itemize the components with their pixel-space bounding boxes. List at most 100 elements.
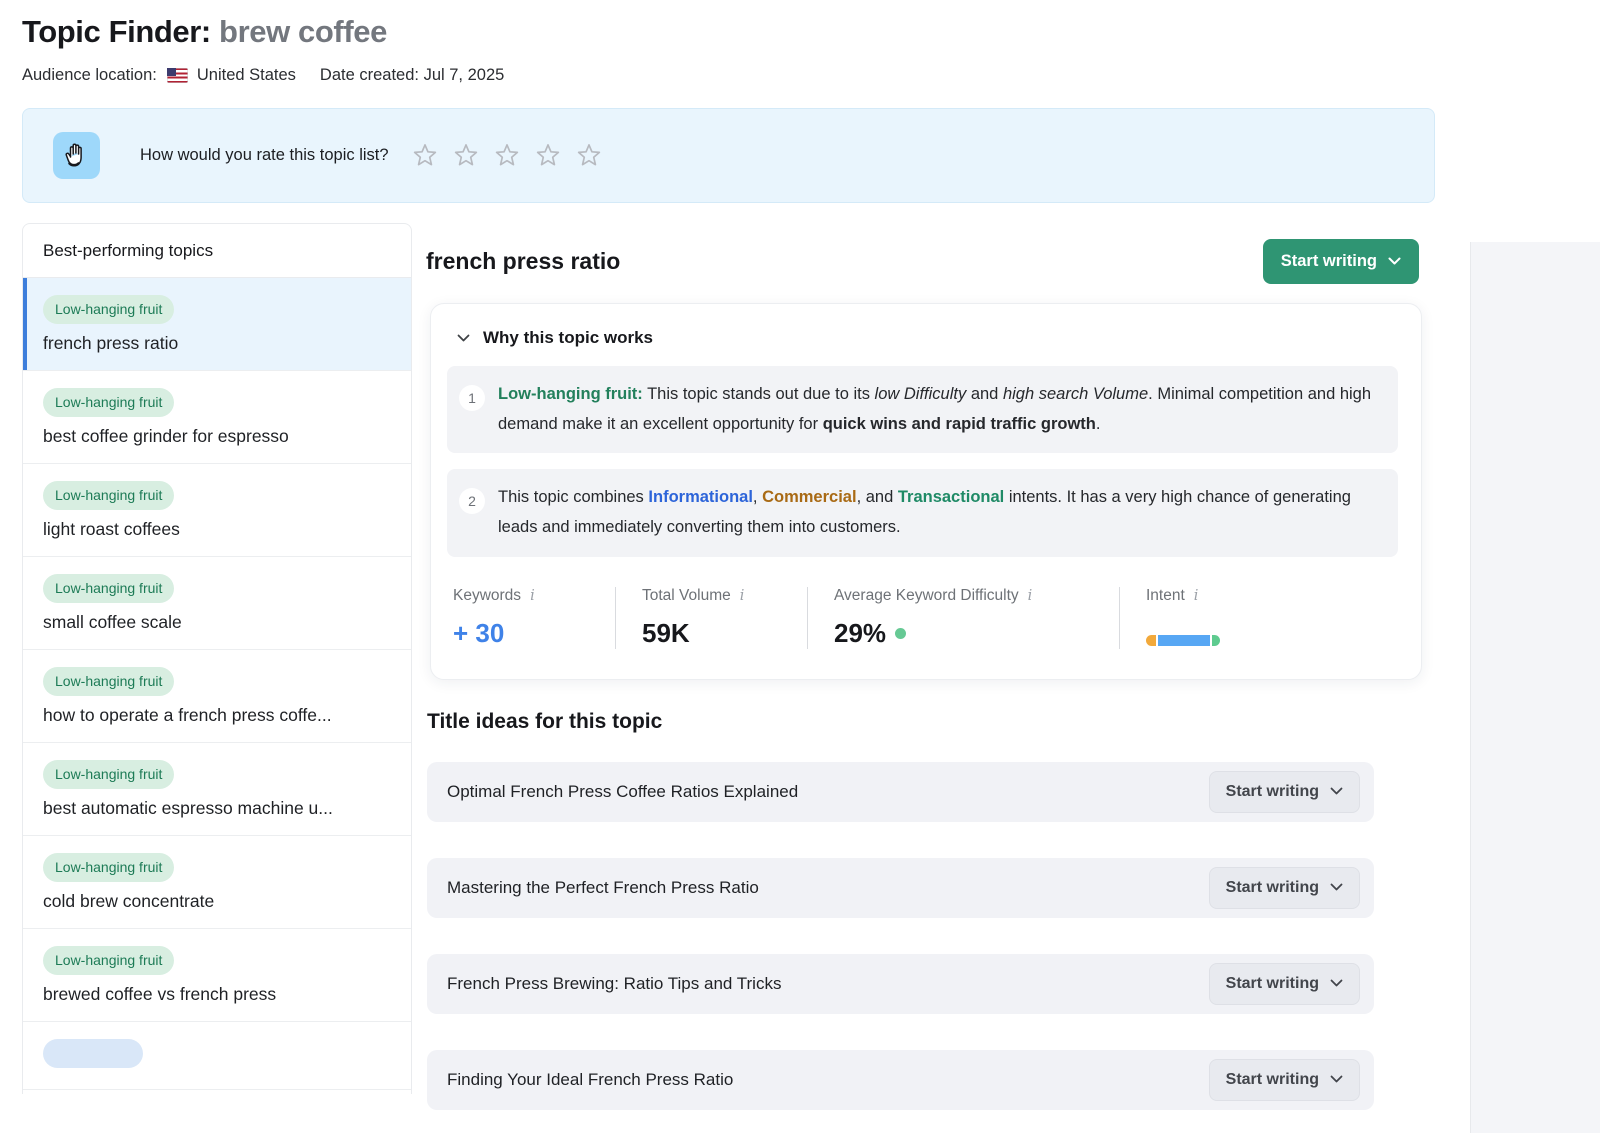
- star-icon[interactable]: [534, 142, 562, 169]
- topic-name: best coffee grinder for espresso: [43, 426, 391, 447]
- intent-label: Intent: [1146, 587, 1185, 605]
- topic-name: best automatic espresso machine u...: [43, 798, 391, 819]
- low-hanging-fruit-badge: Low-hanging fruit: [43, 760, 174, 789]
- point-number: 1: [459, 385, 485, 411]
- title-ideas-heading: Title ideas for this topic: [427, 710, 1454, 734]
- difficulty-dot-icon: [895, 628, 906, 639]
- star-icon[interactable]: [493, 142, 521, 169]
- low-hanging-fruit-badge: Low-hanging fruit: [43, 853, 174, 882]
- point-text: Low-hanging fruit: This topic stands out…: [498, 380, 1378, 439]
- sidebar-item-french-press-ratio[interactable]: Low-hanging fruit french press ratio: [23, 278, 411, 371]
- rating-stars: [411, 142, 603, 169]
- title-idea-text: French Press Brewing: Ratio Tips and Tri…: [447, 974, 781, 994]
- stat-total-volume: Total Volume i 59K: [615, 587, 807, 649]
- point-text: This topic combines Informational, Comme…: [498, 483, 1378, 542]
- sidebar-item-small-coffee-scale[interactable]: Low-hanging fruit small coffee scale: [23, 557, 411, 650]
- total-volume-value: 59K: [642, 618, 781, 649]
- info-icon[interactable]: i: [740, 588, 745, 604]
- title-idea-card: Mastering the Perfect French Press Ratio…: [427, 858, 1374, 918]
- why-topic-works-toggle[interactable]: Why this topic works: [447, 326, 1398, 366]
- date-created-value: Jul 7, 2025: [424, 66, 505, 84]
- date-created-label: Date created:: [320, 66, 419, 84]
- title-idea-card: Optimal French Press Coffee Ratios Expla…: [427, 762, 1374, 822]
- info-icon[interactable]: i: [1194, 588, 1199, 604]
- topic-detail-panel: french press ratio Start writing Why thi…: [412, 223, 1454, 1110]
- date-created: Date created: Jul 7, 2025: [320, 66, 504, 85]
- star-icon[interactable]: [452, 142, 480, 169]
- page-meta: Audience location: United States Date cr…: [22, 66, 1600, 85]
- audience-location-label: Audience location:: [22, 66, 157, 85]
- low-hanging-fruit-badge: Low-hanging fruit: [43, 667, 174, 696]
- why-topic-works-card: Why this topic works 1 Low-hanging fruit…: [430, 303, 1422, 680]
- topic-stats: Keywords i + 30 Total Volume i 59K Average…: [447, 573, 1398, 675]
- transactional-share: [1212, 635, 1220, 646]
- audience-location-value: United States: [197, 66, 296, 85]
- low-hanging-fruit-badge: Low-hanging fruit: [43, 946, 174, 975]
- start-writing-button[interactable]: Start writing: [1209, 771, 1360, 813]
- chevron-down-icon: [1330, 1075, 1343, 1084]
- star-icon[interactable]: [575, 142, 603, 169]
- topic-name: light roast coffees: [43, 519, 391, 540]
- chevron-down-icon: [457, 334, 470, 343]
- page-title-query: brew coffee: [219, 14, 387, 49]
- why-point-1: 1 Low-hanging fruit: This topic stands o…: [447, 366, 1398, 453]
- partial-topic-badge: [43, 1039, 143, 1068]
- difficulty-value: 29%: [834, 618, 886, 649]
- rating-question: How would you rate this topic list?: [140, 146, 389, 165]
- start-writing-button[interactable]: Start writing: [1209, 963, 1360, 1005]
- sidebar-item-partial[interactable]: [23, 1022, 411, 1090]
- title-idea-text: Mastering the Perfect French Press Ratio: [447, 878, 759, 898]
- low-hanging-fruit-badge: Low-hanging fruit: [43, 481, 174, 510]
- keywords-value: + 30: [453, 618, 589, 649]
- sidebar-item-light-roast-coffees[interactable]: Low-hanging fruit light roast coffees: [23, 464, 411, 557]
- title-idea-text: Finding Your Ideal French Press Ratio: [447, 1070, 733, 1090]
- chevron-down-icon: [1330, 979, 1343, 988]
- sidebar-header: Best-performing topics: [23, 224, 411, 278]
- why-topic-works-title: Why this topic works: [483, 328, 653, 348]
- chevron-down-icon: [1330, 787, 1343, 796]
- stat-intent: Intenti: [1119, 587, 1246, 649]
- page-title: Topic Finder: brew coffee: [22, 14, 1600, 50]
- chevron-down-icon: [1330, 883, 1343, 892]
- title-idea-text: Optimal French Press Coffee Ratios Expla…: [447, 782, 798, 802]
- low-hanging-fruit-badge: Low-hanging fruit: [43, 295, 174, 324]
- sidebar-item-how-to-operate-french-press[interactable]: Low-hanging fruit how to operate a frenc…: [23, 650, 411, 743]
- star-icon[interactable]: [411, 142, 439, 169]
- topic-name: french press ratio: [43, 333, 391, 354]
- us-flag-icon: [167, 68, 188, 83]
- why-point-2: 2 This topic combines Informational, Com…: [447, 469, 1398, 556]
- point-number: 2: [459, 488, 485, 514]
- start-writing-label: Start writing: [1281, 252, 1377, 271]
- page-title-prefix: Topic Finder:: [22, 14, 211, 49]
- start-writing-button[interactable]: Start writing: [1209, 1059, 1360, 1101]
- start-writing-button[interactable]: Start writing: [1209, 867, 1360, 909]
- selected-topic-title: french press ratio: [426, 248, 620, 275]
- topic-name: how to operate a french press coffe...: [43, 705, 391, 726]
- sidebar-item-cold-brew-concentrate[interactable]: Low-hanging fruit cold brew concentrate: [23, 836, 411, 929]
- informational-share: [1158, 635, 1210, 646]
- topic-name: brewed coffee vs french press: [43, 984, 391, 1005]
- topic-finder-page: Topic Finder: brew coffee Audience locat…: [0, 14, 1600, 1110]
- difficulty-label: Average Keyword Difficulty: [834, 587, 1019, 605]
- title-idea-card: French Press Brewing: Ratio Tips and Tri…: [427, 954, 1374, 1014]
- chevron-down-icon: [1388, 257, 1401, 266]
- total-volume-label: Total Volume: [642, 587, 731, 605]
- waving-hand-icon: [53, 132, 100, 179]
- start-writing-button[interactable]: Start writing: [1263, 239, 1419, 284]
- title-idea-card: Finding Your Ideal French Press Ratio St…: [427, 1050, 1374, 1110]
- stat-keywords: Keywords i + 30: [447, 587, 615, 649]
- sidebar-item-brewed-coffee-vs-french-press[interactable]: Low-hanging fruit brewed coffee vs frenc…: [23, 929, 411, 1022]
- low-hanging-fruit-badge: Low-hanging fruit: [43, 574, 174, 603]
- best-performing-topics-panel: Best-performing topics Low-hanging fruit…: [22, 223, 412, 1094]
- commercial-share: [1146, 635, 1156, 646]
- info-icon[interactable]: i: [530, 588, 535, 604]
- topic-name: cold brew concentrate: [43, 891, 391, 912]
- low-hanging-fruit-badge: Low-hanging fruit: [43, 388, 174, 417]
- sidebar-item-best-coffee-grinder[interactable]: Low-hanging fruit best coffee grinder fo…: [23, 371, 411, 464]
- page-right-gutter: [1470, 242, 1600, 1133]
- info-icon[interactable]: i: [1028, 588, 1033, 604]
- stat-keyword-difficulty: Average Keyword Difficulty i 29%: [807, 587, 1119, 649]
- keywords-label: Keywords: [453, 587, 521, 605]
- intent-bar-chart: [1146, 635, 1220, 646]
- sidebar-item-best-automatic-espresso-machine[interactable]: Low-hanging fruit best automatic espress…: [23, 743, 411, 836]
